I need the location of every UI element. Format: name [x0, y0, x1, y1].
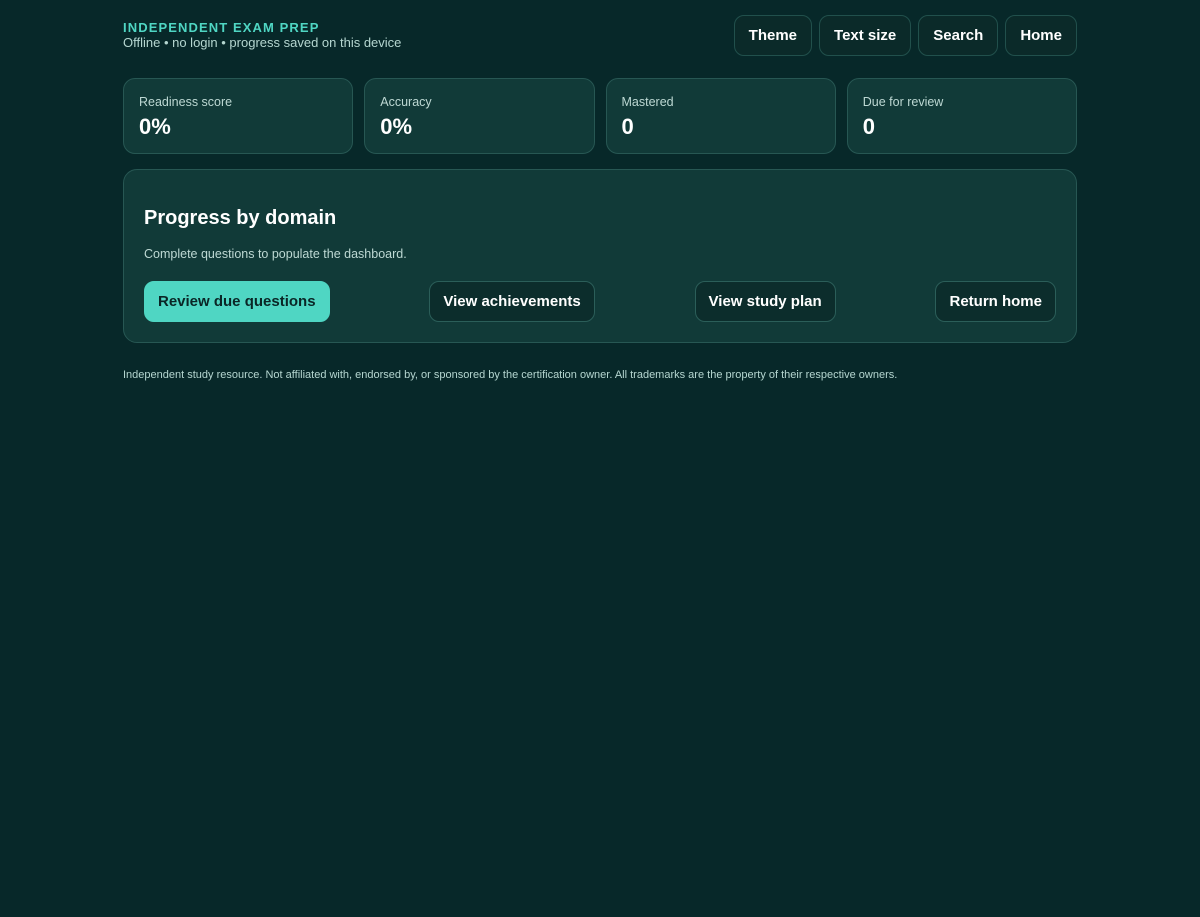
header: INDEPENDENT EXAM PREP Offline • no login… [123, 0, 1077, 70]
stat-label: Readiness score [139, 95, 233, 109]
stat-card-mastered: Mastered 0 [605, 78, 836, 154]
stat-value: 0 [862, 114, 875, 139]
stat-value: 0% [139, 114, 171, 139]
stat-card-readiness: Readiness score 0% [123, 78, 354, 154]
review-due-questions-button[interactable]: Review due questions [144, 281, 330, 322]
stat-label: Accuracy [380, 95, 432, 109]
page-container: INDEPENDENT EXAM PREP Offline • no login… [123, 0, 1077, 381]
panel-empty-message: Complete questions to populate the dashb… [144, 247, 407, 261]
view-study-plan-button[interactable]: View study plan [694, 281, 836, 322]
brand-title: INDEPENDENT EXAM PREP [123, 20, 320, 35]
progress-panel: Progress by domain Complete questions to… [123, 169, 1077, 343]
stat-value: 0% [380, 114, 413, 139]
search-button[interactable]: Search [918, 15, 999, 56]
stat-card-due-for-review: Due for review 0 [846, 78, 1077, 154]
stat-label: Due for review [862, 95, 944, 109]
stats-row: Readiness score 0% Accuracy 0% Mastered … [123, 78, 1077, 154]
view-achievements-button[interactable]: View achievements [429, 281, 595, 322]
disclaimer-text: Independent study resource. Not affiliat… [123, 369, 898, 381]
panel-actions: Review due questions View achievements V… [144, 281, 1056, 322]
home-button[interactable]: Home [1005, 15, 1077, 56]
theme-button[interactable]: Theme [733, 15, 813, 56]
text-size-button[interactable]: Text size [819, 15, 912, 56]
panel-title: Progress by domain [144, 207, 337, 229]
top-nav: Theme Text size Search Home [733, 15, 1077, 56]
stat-value: 0 [621, 114, 634, 139]
stat-card-accuracy: Accuracy 0% [364, 78, 595, 154]
stat-label: Mastered [621, 95, 674, 109]
tagline: Offline • no login • progress saved on t… [123, 35, 402, 50]
return-home-button[interactable]: Return home [935, 281, 1056, 322]
